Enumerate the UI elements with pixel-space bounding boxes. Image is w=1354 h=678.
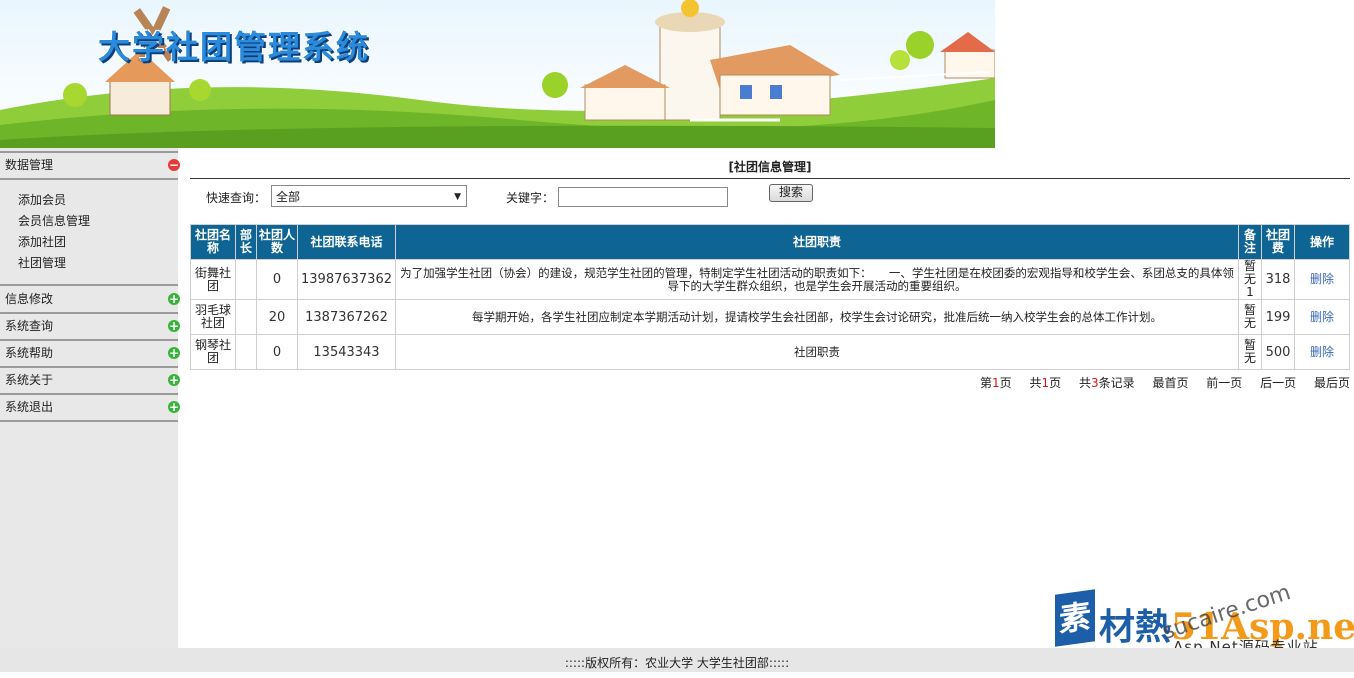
sidebar-section-system-help[interactable]: 系统帮助 +	[0, 341, 180, 368]
sidebar-section-label: 系统退出	[5, 400, 54, 414]
column-header: 部长	[235, 224, 257, 260]
expand-icon[interactable]: +	[168, 374, 180, 386]
club-fee: 500	[1261, 334, 1295, 370]
sidebar-section-info-edit[interactable]: 信息修改 +	[0, 287, 180, 314]
sidebar-section-label: 系统帮助	[5, 346, 54, 360]
sidebar-section-label: 系统查询	[5, 319, 54, 333]
sidebar-section-data-management[interactable]: 数据管理 −	[0, 151, 180, 180]
club-members: 20	[256, 299, 298, 335]
pagination: 第1页 共1页 共3条记录 最首页 前一页 后一页 最后页	[966, 374, 1350, 391]
header-banner: 大学社团管理系统	[0, 0, 995, 148]
first-page-link[interactable]: 最首页	[1152, 376, 1188, 390]
club-fee: 318	[1261, 259, 1295, 300]
page-title: [社团信息管理]	[190, 148, 1350, 179]
club-members: 0	[256, 334, 298, 370]
sidebar-item-add-club[interactable]: 添加社团	[18, 232, 178, 253]
club-duty: 每学期开始，各学生社团应制定本学期活动计划，提请校学生会社团部，校学生会讨论研究…	[394, 299, 1240, 335]
club-name: 街舞社团	[190, 259, 236, 300]
sidebar-section-label: 数据管理	[5, 158, 54, 172]
prev-page-link[interactable]: 前一页	[1206, 376, 1242, 390]
last-page-link[interactable]: 最后页	[1314, 376, 1350, 390]
keyword-label: 关键字：	[506, 191, 555, 205]
quick-query-value: 全部	[276, 190, 301, 204]
dropdown-arrow-icon: ▼	[454, 192, 461, 202]
sidebar-section-label: 信息修改	[5, 292, 54, 306]
club-leader	[235, 334, 257, 370]
club-name: 钢琴社团	[190, 334, 236, 370]
expand-icon[interactable]: +	[168, 293, 180, 305]
sidebar: 数据管理 − 添加会员 会员信息管理 添加社团 社团管理 信息修改 + 系统查询…	[0, 148, 180, 648]
total-records: 共3条记录	[1078, 376, 1135, 390]
search-button[interactable]: 搜索	[769, 184, 813, 202]
club-leader	[235, 299, 257, 335]
club-phone: 1387367262	[297, 299, 396, 335]
watermark-logo-icon: 素	[1055, 589, 1095, 647]
query-bar: 快速查询： 全部 ▼ 关键字： 搜索	[190, 179, 1350, 217]
column-header: 操作	[1294, 224, 1350, 260]
club-name: 羽毛球社团	[190, 299, 236, 335]
club-fee: 199	[1261, 299, 1295, 335]
table-row: 钢琴社团 0 13543343 社团职责 暂无 500 删除	[190, 334, 1350, 370]
quick-query-label: 快速查询：	[206, 191, 267, 205]
sidebar-section-system-exit[interactable]: 系统退出 +	[0, 395, 180, 422]
expand-icon[interactable]: +	[168, 401, 180, 413]
sidebar-item-add-member[interactable]: 添加会员	[18, 190, 178, 211]
page-indicator: 第1页	[979, 376, 1012, 390]
sidebar-section-system-query[interactable]: 系统查询 +	[0, 314, 180, 341]
club-phone: 13987637362	[297, 259, 396, 300]
delete-link[interactable]: 删除	[1294, 299, 1350, 335]
club-note: 暂无1	[1238, 259, 1262, 300]
footer: :::::版权所有：农业大学 大学生社团部:::::	[0, 648, 1354, 672]
total-pages: 共1页	[1029, 376, 1062, 390]
delete-link[interactable]: 删除	[1294, 334, 1350, 370]
keyword-input[interactable]	[558, 187, 728, 207]
app-title: 大学社团管理系统	[98, 28, 371, 66]
collapse-icon[interactable]: −	[168, 159, 180, 171]
sidebar-submenu: 添加会员 会员信息管理 添加社团 社团管理	[0, 180, 178, 286]
next-page-link[interactable]: 后一页	[1260, 376, 1296, 390]
sidebar-section-system-about[interactable]: 系统关于 +	[0, 368, 180, 395]
club-duty: 为了加强学生社团（协会）的建设，规范学生社团的管理，特制定学生社团活动的职责如下…	[394, 259, 1240, 300]
quick-query-select[interactable]: 全部 ▼	[271, 185, 467, 207]
club-phone: 13543343	[297, 334, 396, 370]
table-row: 街舞社团 0 13987637362 为了加强学生社团（协会）的建设，规范学生社…	[190, 259, 1350, 300]
expand-icon[interactable]: +	[168, 320, 180, 332]
club-table: 社团名称 部长 社团人数 社团联系电话 社团职责 备注 社团费 操作 街舞社团 …	[190, 224, 1350, 370]
expand-icon[interactable]: +	[168, 347, 180, 359]
club-note: 暂无	[1238, 334, 1262, 370]
column-header: 社团联系电话	[297, 224, 396, 260]
sidebar-section-label: 系统关于	[5, 373, 54, 387]
column-header: 备注	[1238, 224, 1262, 260]
column-header: 社团人数	[256, 224, 298, 260]
sidebar-item-club-management[interactable]: 社团管理	[18, 253, 178, 274]
delete-link[interactable]: 删除	[1294, 259, 1350, 300]
main-content: [社团信息管理] 快速查询： 全部 ▼ 关键字： 搜索 社团名称 部长 社团人数…	[190, 148, 1350, 390]
club-leader	[235, 259, 257, 300]
column-header: 社团名称	[190, 224, 236, 260]
column-header: 社团费	[1261, 224, 1295, 260]
table-row: 羽毛球社团 20 1387367262 每学期开始，各学生社团应制定本学期活动计…	[190, 299, 1350, 335]
club-duty: 社团职责	[394, 334, 1240, 370]
sidebar-item-member-management[interactable]: 会员信息管理	[18, 211, 178, 232]
club-note: 暂无	[1238, 299, 1262, 335]
club-members: 0	[256, 259, 298, 300]
column-header: 社团职责	[394, 224, 1240, 260]
table-header-row: 社团名称 部长 社团人数 社团联系电话 社团职责 备注 社团费 操作	[190, 224, 1350, 260]
